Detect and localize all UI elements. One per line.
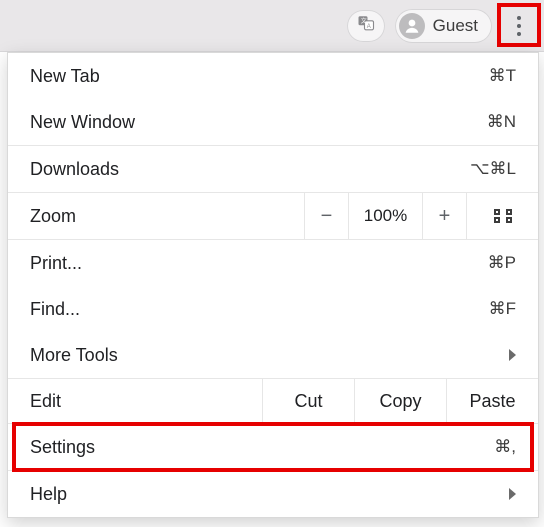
translate-button[interactable]: 文 A bbox=[347, 10, 385, 42]
menu-item-edit: Edit Cut Copy Paste bbox=[8, 378, 538, 424]
menu-item-label: Find... bbox=[30, 299, 456, 320]
shortcut-label: ⌘F bbox=[456, 299, 516, 319]
zoom-label: Zoom bbox=[8, 193, 304, 239]
menu-item-print[interactable]: Print... ⌘P bbox=[8, 240, 538, 286]
menu-item-label: New Window bbox=[30, 112, 456, 133]
menu-item-help[interactable]: Help bbox=[8, 471, 538, 517]
shortcut-label: ⌘, bbox=[456, 437, 516, 457]
menu-item-label: Settings bbox=[30, 437, 456, 458]
fullscreen-icon bbox=[494, 209, 512, 223]
menu-item-find[interactable]: Find... ⌘F bbox=[8, 286, 538, 332]
menu-item-label: Print... bbox=[30, 253, 456, 274]
translate-icon: 文 A bbox=[357, 14, 375, 37]
menu-item-label: New Tab bbox=[30, 66, 456, 87]
menu-item-new-tab[interactable]: New Tab ⌘T bbox=[8, 53, 538, 99]
overflow-menu-button[interactable] bbox=[502, 9, 536, 43]
profile-chip[interactable]: Guest bbox=[395, 9, 492, 43]
edit-paste-button[interactable]: Paste bbox=[446, 379, 538, 423]
profile-label: Guest bbox=[433, 16, 478, 36]
browser-menu: New Tab ⌘T New Window ⌘N Downloads ⌥⌘L Z… bbox=[7, 52, 539, 518]
fullscreen-button[interactable] bbox=[466, 193, 538, 239]
menu-item-label: Downloads bbox=[30, 159, 456, 180]
shortcut-label: ⌥⌘L bbox=[456, 159, 516, 179]
menu-item-more-tools[interactable]: More Tools bbox=[8, 332, 538, 378]
zoom-out-button[interactable]: − bbox=[304, 193, 348, 239]
edit-copy-button[interactable]: Copy bbox=[354, 379, 446, 423]
menu-item-settings[interactable]: Settings ⌘, bbox=[8, 424, 538, 470]
shortcut-label: ⌘T bbox=[456, 66, 516, 86]
shortcut-label: ⌘N bbox=[456, 112, 516, 132]
chevron-right-icon bbox=[509, 349, 516, 361]
zoom-in-button[interactable]: + bbox=[422, 193, 466, 239]
edit-cut-button[interactable]: Cut bbox=[262, 379, 354, 423]
menu-item-new-window[interactable]: New Window ⌘N bbox=[8, 99, 538, 145]
shortcut-label: ⌘P bbox=[456, 253, 516, 273]
browser-toolbar: 文 A Guest bbox=[0, 0, 544, 52]
edit-label: Edit bbox=[8, 379, 262, 423]
menu-item-label: More Tools bbox=[30, 345, 509, 366]
avatar-icon bbox=[399, 13, 425, 39]
menu-item-zoom: Zoom − 100% + bbox=[8, 192, 538, 240]
chevron-right-icon bbox=[509, 488, 516, 500]
svg-text:A: A bbox=[366, 24, 370, 30]
menu-item-label: Help bbox=[30, 484, 509, 505]
menu-item-downloads[interactable]: Downloads ⌥⌘L bbox=[8, 146, 538, 192]
more-vert-icon bbox=[517, 16, 521, 36]
zoom-value: 100% bbox=[348, 193, 422, 239]
